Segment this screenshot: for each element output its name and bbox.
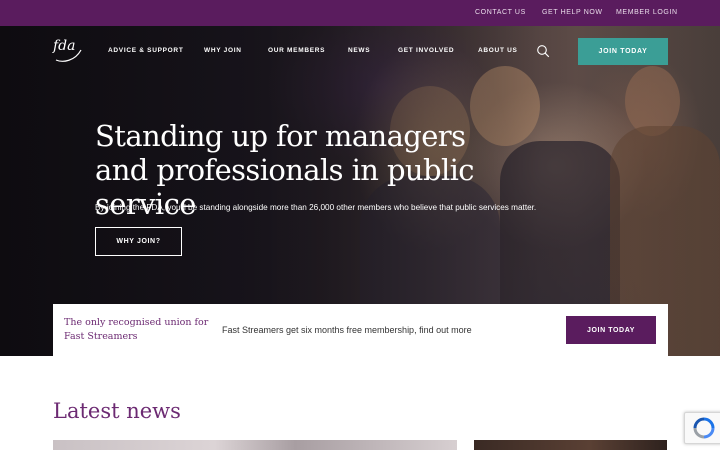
latest-news-heading: Latest news: [53, 399, 181, 423]
hero-subtitle: By joining the FDA, you'll be standing a…: [95, 203, 537, 212]
nav-get-involved[interactable]: GET INVOLVED: [398, 47, 454, 54]
news-card-image[interactable]: [53, 440, 457, 450]
promo-link[interactable]: Fast Streamers get six months free membe…: [222, 325, 472, 335]
nav-advice-support[interactable]: ADVICE & SUPPORT: [108, 47, 184, 54]
nav-our-members[interactable]: OUR MEMBERS: [268, 47, 325, 54]
page: CONTACT US GET HELP NOW MEMBER LOGIN fda…: [0, 0, 720, 450]
why-join-button[interactable]: WHY JOIN?: [95, 227, 182, 256]
recaptcha-icon: [693, 417, 715, 439]
utility-bar: CONTACT US GET HELP NOW MEMBER LOGIN: [0, 0, 720, 26]
nav-why-join[interactable]: WHY JOIN: [204, 47, 242, 54]
contact-us-link[interactable]: CONTACT US: [475, 9, 526, 16]
logo-text: fda: [53, 38, 76, 54]
recaptcha-badge[interactable]: [684, 412, 720, 444]
join-today-button[interactable]: JOIN TODAY: [578, 38, 668, 65]
search-icon[interactable]: [536, 44, 550, 58]
fast-streamers-promo: The only recognised union for Fast Strea…: [53, 304, 668, 356]
get-help-now-link[interactable]: GET HELP NOW: [542, 9, 603, 16]
promo-join-button[interactable]: JOIN TODAY: [566, 316, 656, 344]
member-login-link[interactable]: MEMBER LOGIN: [616, 9, 678, 16]
fda-logo[interactable]: fda: [53, 36, 83, 64]
promo-title: The only recognised union for Fast Strea…: [64, 317, 209, 342]
news-card-image[interactable]: [474, 440, 667, 450]
nav-news[interactable]: NEWS: [348, 47, 370, 54]
nav-about-us[interactable]: ABOUT US: [478, 47, 518, 54]
